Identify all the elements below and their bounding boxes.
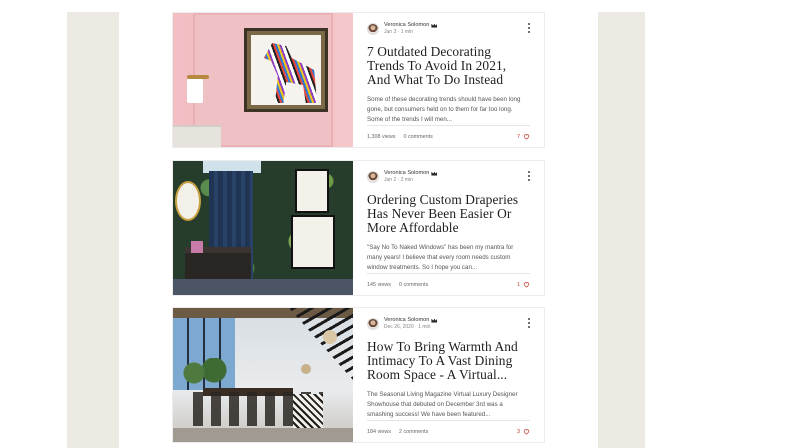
heart-icon — [523, 281, 530, 288]
comments-count[interactable]: 0 comments — [399, 282, 428, 288]
comments-count[interactable]: 2 comments — [399, 429, 428, 435]
avatar[interactable] — [367, 171, 379, 183]
like-button[interactable]: 1 — [517, 281, 530, 288]
blog-post-card[interactable]: Veronica Solomon Jan 2 · 2 min Ordering … — [172, 160, 545, 296]
post-excerpt: The Seasonal Living Magazine Virtual Lux… — [367, 391, 518, 418]
post-excerpt: Some of these decorating trends should h… — [367, 96, 521, 123]
post-body: Veronica Solomon Jan 2 · 2 min Ordering … — [353, 161, 544, 295]
likes-count: 7 — [517, 133, 520, 140]
heart-icon — [523, 133, 530, 140]
heart-icon — [523, 428, 530, 435]
post-excerpt: "Say No To Naked Windows" has been my ma… — [367, 244, 514, 271]
post-title[interactable]: Ordering Custom Draperies Has Never Been… — [367, 193, 530, 235]
author-name[interactable]: Veronica Solomon — [384, 22, 429, 29]
like-button[interactable]: 3 — [517, 428, 530, 435]
post-body: Veronica Solomon Dec 26, 2020 · 1 min Ho… — [353, 308, 544, 442]
towel — [187, 79, 203, 103]
rug — [173, 279, 353, 295]
zebra-painting — [244, 28, 328, 112]
post-cover-image[interactable] — [173, 13, 353, 147]
post-stats: 184 views 2 comments 3 — [367, 420, 530, 442]
zebra-figure — [263, 43, 317, 103]
framed-sketch — [291, 215, 335, 269]
read-time: 2 min — [400, 177, 413, 184]
post-date: Jan 3 — [384, 29, 397, 36]
avatar[interactable] — [367, 23, 379, 35]
trees — [179, 358, 229, 388]
post-body: Veronica Solomon Jan 3 · 1 min 7 Outdate… — [353, 13, 544, 147]
wall-decor — [301, 364, 311, 374]
likes-count: 3 — [517, 428, 520, 435]
post-title[interactable]: 7 Outdated Decorating Trends To Avoid In… — [367, 45, 530, 87]
post-date: Dec 26, 2020 — [384, 324, 414, 331]
zebra-chair — [293, 394, 323, 428]
views-count: 1,308 views — [367, 133, 396, 140]
more-options-icon[interactable] — [526, 318, 532, 328]
read-time: 1 min — [400, 29, 413, 36]
post-stats: 145 views 0 comments 1 — [367, 273, 530, 295]
read-time: 1 min — [418, 324, 431, 331]
author-row: Veronica Solomon Jan 2 · 2 min — [367, 169, 530, 185]
framed-sketch — [295, 169, 329, 213]
post-cover-image[interactable] — [173, 161, 353, 295]
author-name[interactable]: Veronica Solomon — [384, 317, 429, 324]
floor — [173, 428, 353, 442]
admin-crown-icon — [431, 318, 438, 323]
views-count: 184 views — [367, 428, 391, 435]
wall-decor — [323, 330, 337, 344]
post-stats: 1,308 views 0 comments 7 — [367, 125, 530, 147]
more-options-icon[interactable] — [526, 23, 532, 33]
page-background-left — [67, 12, 119, 448]
counter — [173, 125, 221, 147]
cushion — [191, 241, 203, 253]
avatar[interactable] — [367, 318, 379, 330]
blog-post-card[interactable]: Veronica Solomon Dec 26, 2020 · 1 min Ho… — [172, 307, 545, 443]
author-row: Veronica Solomon Jan 3 · 1 min — [367, 21, 530, 37]
staircase — [289, 308, 353, 380]
post-cover-image[interactable] — [173, 308, 353, 442]
blog-post-card[interactable]: Veronica Solomon Jan 3 · 1 min 7 Outdate… — [172, 12, 545, 148]
admin-crown-icon — [431, 23, 438, 28]
likes-count: 1 — [517, 281, 520, 288]
author-row: Veronica Solomon Dec 26, 2020 · 1 min — [367, 316, 530, 332]
post-date: Jan 2 — [384, 177, 397, 184]
like-button[interactable]: 7 — [517, 133, 530, 140]
author-name[interactable]: Veronica Solomon — [384, 170, 429, 177]
round-mirror — [175, 181, 201, 221]
comments-count[interactable]: 0 comments — [403, 134, 432, 140]
views-count: 145 views — [367, 281, 391, 288]
admin-crown-icon — [431, 171, 438, 176]
more-options-icon[interactable] — [526, 171, 532, 181]
post-title[interactable]: How To Bring Warmth And Intimacy To A Va… — [367, 340, 530, 382]
page-background-right — [598, 12, 645, 448]
